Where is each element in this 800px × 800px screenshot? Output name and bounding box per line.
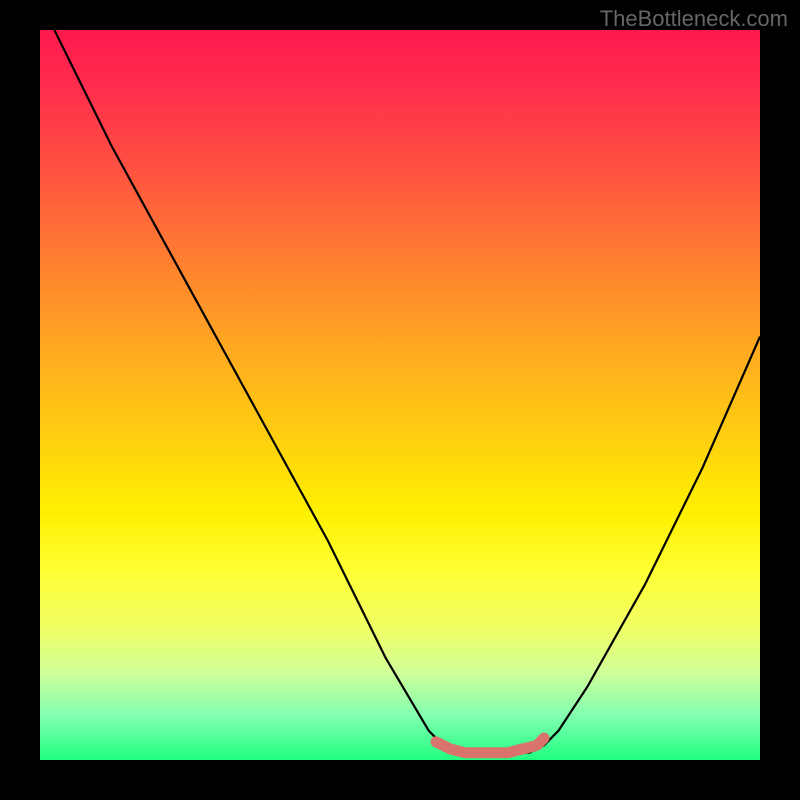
watermark-text: TheBottleneck.com bbox=[600, 6, 788, 32]
flat-region-marker bbox=[436, 738, 544, 753]
curve-line bbox=[54, 30, 760, 753]
chart-svg bbox=[40, 30, 760, 760]
plot-area bbox=[40, 30, 760, 760]
